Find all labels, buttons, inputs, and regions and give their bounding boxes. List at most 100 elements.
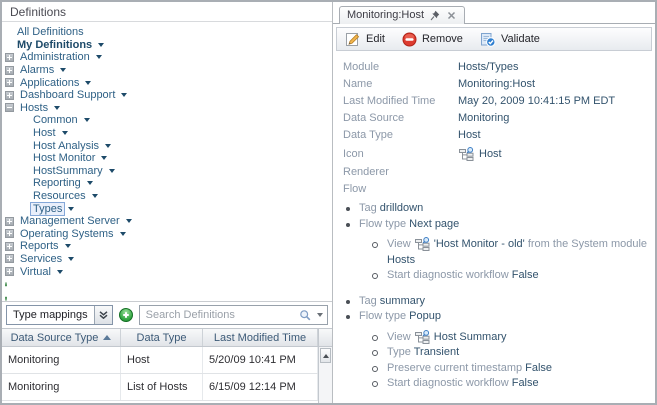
tree-item-host-analysis[interactable]: Host Analysis (2, 139, 332, 152)
tree-item-applications[interactable]: Applications (2, 76, 332, 89)
tree-item-operating-systems[interactable]: Operating Systems (2, 228, 332, 241)
plus-expander-icon[interactable] (5, 216, 14, 226)
scrollbar-up-button[interactable] (320, 348, 331, 363)
search-input[interactable] (143, 308, 298, 322)
chevron-down-icon[interactable] (98, 42, 105, 47)
tree-item-label: Resources (33, 190, 86, 203)
definition-details: Module Hosts/Types Name Monitoring:Host Last… (333, 54, 655, 403)
close-icon[interactable] (447, 11, 456, 20)
flow-part-value: False (511, 269, 539, 281)
property-value: Hosts/Types (458, 59, 519, 76)
tree-item-reporting[interactable]: Reporting (2, 177, 332, 190)
chevron-down-icon[interactable] (105, 143, 112, 148)
tree-item-all-definitions[interactable]: All Definitions (2, 26, 332, 39)
flow-item: Tag summary (343, 294, 651, 310)
tree-item-dashboard-support[interactable]: Dashboard Support (2, 89, 332, 102)
plus-expander-icon[interactable] (5, 65, 14, 75)
chevron-down-icon[interactable] (86, 181, 93, 186)
flow-part-muted: View (387, 238, 414, 250)
definitions-window: Definitions All Definitions My Definition… (0, 0, 657, 405)
tree-item-management-server[interactable]: Management Server (2, 215, 332, 228)
remove-button-label: Remove (421, 33, 463, 45)
validate-check-icon (480, 32, 496, 47)
plus-expander-icon[interactable] (5, 52, 14, 62)
tree-item-common[interactable]: Common (2, 114, 332, 127)
flow-part-muted: View (387, 330, 414, 343)
chevron-down-icon[interactable] (85, 80, 92, 85)
tree-item-host-monitor[interactable]: Host Monitor (2, 152, 332, 165)
column-header-data-source-type[interactable]: Data Source Type (2, 329, 121, 346)
detail-panel: Monitoring:Host Edit Remove Validate Mod… (333, 2, 655, 403)
chevron-down-icon[interactable] (91, 194, 98, 199)
property-value-text: Monitoring:Host (458, 78, 536, 90)
table-row[interactable]: Monitoring Host 5/20/09 10:41 PM (2, 347, 318, 374)
validate-button[interactable]: Validate (479, 32, 540, 47)
plus-expander-icon[interactable] (5, 241, 14, 251)
table-row[interactable]: Monitoring List of Hosts 6/15/09 12:14 PM (2, 374, 318, 401)
search-options-caret-icon[interactable] (317, 313, 323, 317)
chevron-down-icon[interactable] (64, 244, 71, 249)
chevron-down-icon[interactable] (61, 131, 68, 136)
chevron-down-icon[interactable] (68, 256, 75, 261)
add-type-mapping-button[interactable] (118, 308, 133, 322)
flow-part-value: Transient (413, 346, 460, 358)
flow-item-text: Tag dialog (359, 402, 409, 404)
chevron-down-icon[interactable] (119, 231, 126, 236)
plus-expander-icon[interactable] (5, 254, 14, 264)
chevron-down-icon[interactable] (56, 269, 63, 274)
tree-item-my-definitions[interactable]: My Definitions (2, 39, 332, 52)
edit-button-label: Edit (366, 33, 385, 45)
tab-bar: Monitoring:Host (333, 2, 655, 24)
search-icon[interactable] (299, 309, 312, 322)
chevron-down-icon[interactable] (108, 168, 115, 173)
tree-item-virtual[interactable]: Virtual (2, 265, 332, 278)
table-cell: Monitoring (2, 347, 121, 373)
chevron-down-icon[interactable] (54, 105, 61, 110)
table-scrollbar[interactable] (318, 329, 332, 403)
flow-part-muted: from the System module (524, 238, 651, 250)
chevron-down-icon[interactable] (83, 118, 90, 123)
bullet-icon (346, 315, 350, 319)
tree-item-types[interactable]: Types (2, 201, 332, 216)
edit-button[interactable]: Edit (344, 32, 385, 47)
detail-toolbar: Edit Remove Validate (336, 27, 652, 51)
flow-item-text: Flow type Popup (359, 309, 441, 325)
chevron-down-icon[interactable] (101, 156, 108, 161)
type-mappings-dropdown[interactable]: Type mappings (6, 305, 113, 325)
tab-label: Monitoring:Host (347, 9, 425, 21)
tree-item-services[interactable]: Services (2, 253, 332, 266)
scrollbar-track[interactable] (319, 364, 332, 403)
minus-expander-icon[interactable] (5, 103, 14, 113)
tree-item-hosts[interactable]: Hosts (2, 102, 332, 115)
dropdown-chevron-button[interactable] (93, 306, 112, 324)
tree-item-administration[interactable]: Administration (2, 51, 332, 64)
plus-expander-icon[interactable] (5, 90, 14, 100)
flow-part-muted: Tag (359, 202, 380, 214)
column-header-last-modified-time[interactable]: Last Modified Time (203, 329, 318, 346)
column-header-data-type[interactable]: Data Type (121, 329, 203, 346)
chevron-down-icon[interactable] (95, 55, 102, 60)
plus-expander-icon[interactable] (5, 78, 14, 88)
property-value-text: Host (458, 129, 481, 141)
plus-expander-icon[interactable] (5, 267, 14, 277)
chevron-down-icon[interactable] (125, 219, 132, 224)
tree-item-host[interactable]: Host (2, 127, 332, 140)
chevron-down-icon[interactable] (121, 93, 128, 98)
tree-item-label: Host Analysis (33, 139, 100, 152)
tree-item-hostsummary[interactable]: HostSummary (2, 165, 332, 178)
tree-item-reports[interactable]: Reports (2, 240, 332, 253)
plus-expander-icon[interactable] (5, 229, 14, 239)
remove-minus-circle-icon (402, 32, 417, 47)
tree-item-resources[interactable]: Resources (2, 190, 332, 203)
tree-item-label: Host Monitor (33, 152, 96, 165)
add-definition-button[interactable] (5, 282, 7, 301)
chevron-down-icon[interactable] (68, 206, 75, 211)
property-value: Monitoring (458, 110, 509, 127)
tab-monitoring-host[interactable]: Monitoring:Host (339, 6, 466, 24)
tree-item-label: Reports (20, 240, 59, 253)
tree-item-alarms[interactable]: Alarms (2, 64, 332, 77)
pin-icon[interactable] (430, 10, 440, 21)
remove-button[interactable]: Remove (401, 32, 463, 47)
flow-item: View Host Summary (343, 329, 651, 346)
chevron-down-icon[interactable] (60, 68, 67, 73)
